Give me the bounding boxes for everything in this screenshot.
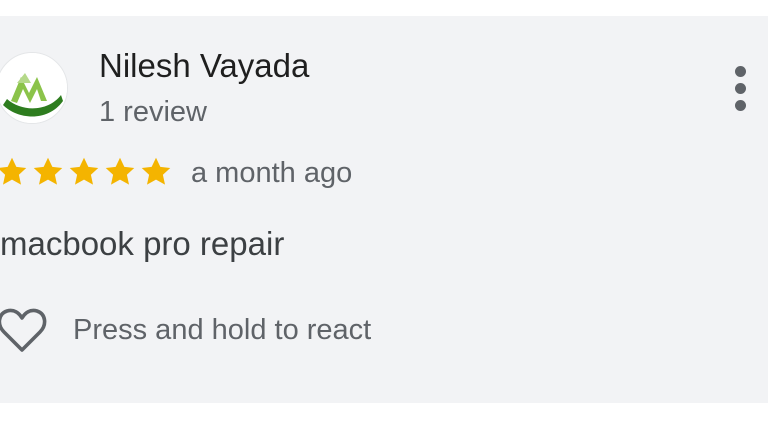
review-text: macbook pro repair — [0, 225, 285, 262]
heart-outline-icon — [0, 308, 47, 352]
star-icon — [141, 157, 171, 185]
more-vertical-icon — [735, 66, 746, 77]
avatar-logo-icon — [0, 53, 67, 123]
star-icon — [105, 157, 135, 185]
review-card: Nilesh Vayada 1 review a month ago macbo… — [0, 16, 768, 403]
star-rating — [0, 154, 174, 190]
more-vertical-icon-dot — [735, 83, 746, 94]
react-label: Press and hold to react — [73, 314, 372, 346]
react-button[interactable]: Press and hold to react — [0, 304, 371, 356]
reviewer-review-count: 1 review — [99, 96, 207, 128]
more-vertical-icon-dot — [735, 100, 746, 111]
star-icon — [0, 157, 27, 185]
reviewer-name[interactable]: Nilesh Vayada — [99, 46, 309, 86]
review-time: a month ago — [191, 157, 353, 189]
star-icon — [33, 157, 63, 185]
star-icon — [69, 157, 99, 185]
more-options-button[interactable] — [724, 64, 758, 114]
reviewer-avatar[interactable] — [0, 52, 68, 124]
